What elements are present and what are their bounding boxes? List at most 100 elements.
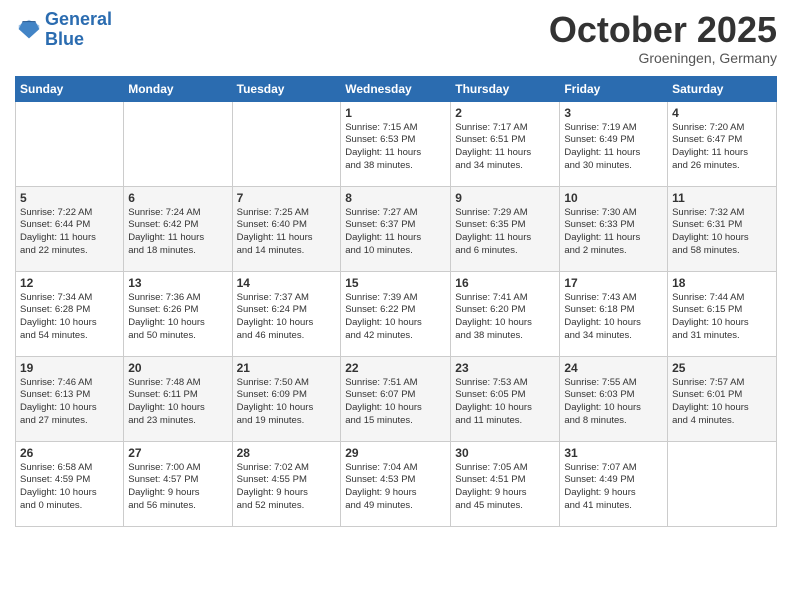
day-cell: 11Sunrise: 7:32 AMSunset: 6:31 PMDayligh… [668, 186, 777, 271]
day-info: Sunrise: 7:50 AMSunset: 6:09 PMDaylight:… [237, 377, 337, 428]
day-number: 4 [672, 106, 772, 120]
day-number: 17 [564, 276, 663, 290]
day-cell: 29 Sunrise: 7:04 AMSunset: 4:53 PMDayligh… [341, 441, 451, 526]
day-info: Sunrise: 7:48 AMSunset: 6:11 PMDaylight:… [128, 377, 227, 428]
day-cell: 24 Sunrise: 7:55 AMSunset: 6:03 PMDayligh… [560, 356, 668, 441]
day-number: 15 [345, 276, 446, 290]
day-number: 14 [237, 276, 337, 290]
day-number: 5 [20, 191, 119, 205]
day-cell: 21Sunrise: 7:50 AMSunset: 6:09 PMDayligh… [232, 356, 341, 441]
day-info: Sunrise: 7:36 AMSunset: 6:26 PMDaylight:… [128, 292, 227, 343]
day-info: Sunrise: 7:51 AMSunset: 6:07 PMDaylight:… [345, 377, 446, 428]
day-number: 26 [20, 446, 119, 460]
day-cell: 20 Sunrise: 7:48 AMSunset: 6:11 PMDayligh… [124, 356, 232, 441]
logo-text: General Blue [45, 10, 112, 50]
day-number: 6 [128, 191, 227, 205]
day-cell: 15 Sunrise: 7:39 AMSunset: 6:22 PMDayligh… [341, 271, 451, 356]
day-info: Sunrise: 7:30 AMSunset: 6:33 PMDaylight:… [564, 207, 663, 258]
day-number: 9 [455, 191, 555, 205]
day-cell: 18 Sunrise: 7:44 AMSunset: 6:15 PMDayligh… [668, 271, 777, 356]
day-info: Sunrise: 7:34 AMSunset: 6:28 PMDaylight:… [20, 292, 119, 343]
month-title: October 2025 [549, 10, 777, 50]
day-cell: 31 Sunrise: 7:07 AMSunset: 4:49 PMDayligh… [560, 441, 668, 526]
day-info: Sunrise: 7:27 AMSunset: 6:37 PMDaylight:… [345, 207, 446, 258]
day-number: 11 [672, 191, 772, 205]
day-info: Sunrise: 7:39 AMSunset: 6:22 PMDaylight:… [345, 292, 446, 343]
week-row-4: 19 Sunrise: 7:46 AMSunset: 6:13 PMDayligh… [16, 356, 777, 441]
day-number: 16 [455, 276, 555, 290]
day-cell: 28 Sunrise: 7:02 AMSunset: 4:55 PMDayligh… [232, 441, 341, 526]
page-header: General Blue October 2025 Groeningen, Ge… [15, 10, 777, 66]
day-info: Sunrise: 7:17 AMSunset: 6:51 PMDaylight:… [455, 122, 555, 173]
day-info: Sunrise: 7:41 AMSunset: 6:20 PMDaylight:… [455, 292, 555, 343]
day-info: Sunrise: 7:43 AMSunset: 6:18 PMDaylight:… [564, 292, 663, 343]
title-area: October 2025 Groeningen, Germany [549, 10, 777, 66]
day-cell: 30 Sunrise: 7:05 AMSunset: 4:51 PMDayligh… [451, 441, 560, 526]
day-info: Sunrise: 7:04 AMSunset: 4:53 PMDaylight:… [345, 462, 446, 513]
day-cell [232, 101, 341, 186]
day-cell: 22 Sunrise: 7:51 AMSunset: 6:07 PMDayligh… [341, 356, 451, 441]
header-sunday: Sunday [16, 76, 124, 101]
day-info: Sunrise: 7:57 AMSunset: 6:01 PMDaylight:… [672, 377, 772, 428]
day-info: Sunrise: 7:46 AMSunset: 6:13 PMDaylight:… [20, 377, 119, 428]
week-row-5: 26 Sunrise: 6:58 AMSunset: 4:59 PMDayligh… [16, 441, 777, 526]
header-saturday: Saturday [668, 76, 777, 101]
day-info: Sunrise: 7:25 AMSunset: 6:40 PMDaylight:… [237, 207, 337, 258]
day-info: Sunrise: 7:15 AMSunset: 6:53 PMDaylight:… [345, 122, 446, 173]
day-cell [668, 441, 777, 526]
day-number: 23 [455, 361, 555, 375]
day-info: Sunrise: 7:53 AMSunset: 6:05 PMDaylight:… [455, 377, 555, 428]
day-number: 29 [345, 446, 446, 460]
day-info: Sunrise: 7:00 AMSunset: 4:57 PMDaylight:… [128, 462, 227, 513]
calendar-table: Sunday Monday Tuesday Wednesday Thursday… [15, 76, 777, 527]
day-cell [16, 101, 124, 186]
week-row-2: 5Sunrise: 7:22 AMSunset: 6:44 PMDaylight… [16, 186, 777, 271]
day-cell: 10 Sunrise: 7:30 AMSunset: 6:33 PMDayligh… [560, 186, 668, 271]
day-cell: 25 Sunrise: 7:57 AMSunset: 6:01 PMDayligh… [668, 356, 777, 441]
day-info: Sunrise: 6:58 AMSunset: 4:59 PMDaylight:… [20, 462, 119, 513]
week-row-1: 1 Sunrise: 7:15 AMSunset: 6:53 PMDaylight… [16, 101, 777, 186]
day-cell: 23 Sunrise: 7:53 AMSunset: 6:05 PMDayligh… [451, 356, 560, 441]
day-number: 18 [672, 276, 772, 290]
day-cell: 16 Sunrise: 7:41 AMSunset: 6:20 PMDayligh… [451, 271, 560, 356]
day-cell: 12 Sunrise: 7:34 AMSunset: 6:28 PMDayligh… [16, 271, 124, 356]
day-number: 10 [564, 191, 663, 205]
day-number: 22 [345, 361, 446, 375]
day-number: 1 [345, 106, 446, 120]
header-friday: Friday [560, 76, 668, 101]
day-info: Sunrise: 7:02 AMSunset: 4:55 PMDaylight:… [237, 462, 337, 513]
day-number: 25 [672, 361, 772, 375]
day-number: 31 [564, 446, 663, 460]
day-number: 13 [128, 276, 227, 290]
page-container: General Blue October 2025 Groeningen, Ge… [0, 0, 792, 537]
day-info: Sunrise: 7:55 AMSunset: 6:03 PMDaylight:… [564, 377, 663, 428]
day-cell: 14 Sunrise: 7:37 AMSunset: 6:24 PMDayligh… [232, 271, 341, 356]
day-number: 19 [20, 361, 119, 375]
day-cell: 2 Sunrise: 7:17 AMSunset: 6:51 PMDaylight… [451, 101, 560, 186]
day-info: Sunrise: 7:24 AMSunset: 6:42 PMDaylight:… [128, 207, 227, 258]
day-cell: 26 Sunrise: 6:58 AMSunset: 4:59 PMDayligh… [16, 441, 124, 526]
day-number: 27 [128, 446, 227, 460]
day-info: Sunrise: 7:05 AMSunset: 4:51 PMDaylight:… [455, 462, 555, 513]
day-cell: 5Sunrise: 7:22 AMSunset: 6:44 PMDaylight… [16, 186, 124, 271]
day-info: Sunrise: 7:44 AMSunset: 6:15 PMDaylight:… [672, 292, 772, 343]
header-tuesday: Tuesday [232, 76, 341, 101]
day-number: 7 [237, 191, 337, 205]
weekday-header-row: Sunday Monday Tuesday Wednesday Thursday… [16, 76, 777, 101]
day-cell: 4Sunrise: 7:20 AMSunset: 6:47 PMDaylight… [668, 101, 777, 186]
day-cell: 3Sunrise: 7:19 AMSunset: 6:49 PMDaylight… [560, 101, 668, 186]
day-cell: 13 Sunrise: 7:36 AMSunset: 6:26 PMDayligh… [124, 271, 232, 356]
day-number: 20 [128, 361, 227, 375]
day-number: 12 [20, 276, 119, 290]
day-info: Sunrise: 7:29 AMSunset: 6:35 PMDaylight:… [455, 207, 555, 258]
day-cell: 27 Sunrise: 7:00 AMSunset: 4:57 PMDayligh… [124, 441, 232, 526]
day-number: 28 [237, 446, 337, 460]
day-number: 24 [564, 361, 663, 375]
header-thursday: Thursday [451, 76, 560, 101]
day-number: 30 [455, 446, 555, 460]
day-cell: 6 Sunrise: 7:24 AMSunset: 6:42 PMDaylight… [124, 186, 232, 271]
day-number: 2 [455, 106, 555, 120]
day-info: Sunrise: 7:07 AMSunset: 4:49 PMDaylight:… [564, 462, 663, 513]
day-info: Sunrise: 7:37 AMSunset: 6:24 PMDaylight:… [237, 292, 337, 343]
day-cell: 8Sunrise: 7:27 AMSunset: 6:37 PMDaylight… [341, 186, 451, 271]
